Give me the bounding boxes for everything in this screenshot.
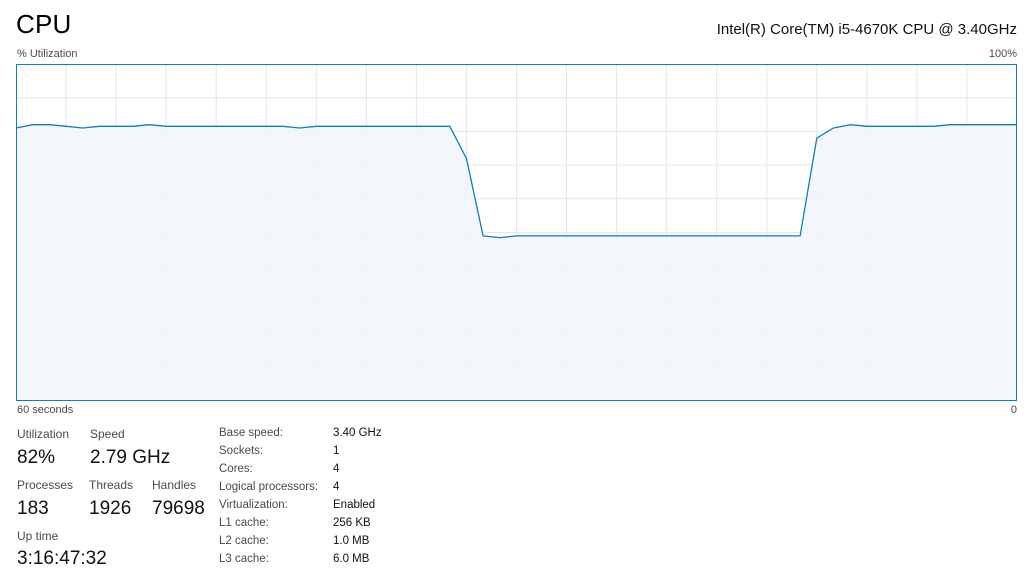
spec-label-l2-cache: L2 cache:	[219, 535, 269, 547]
cpu-utilization-graph	[16, 64, 1017, 401]
spec-label-cores: Cores:	[219, 463, 253, 475]
x-axis-right-label: 0	[1010, 404, 1017, 416]
uptime-label: Up time	[17, 529, 59, 543]
handles-value: 79698	[152, 498, 205, 519]
processes-label: Processes	[17, 478, 74, 492]
utilization-value: 82%	[17, 447, 56, 468]
spec-value-l1-cache: 256 KB	[333, 517, 371, 529]
cpu-model-name: Intel(R) Core(TM) i5-4670K CPU @ 3.40GHz	[716, 21, 1017, 38]
speed-label: Speed	[90, 427, 125, 441]
page-title: CPU	[16, 9, 72, 39]
spec-value-virtualization: Enabled	[333, 499, 376, 511]
uptime-value: 3:16:47:32	[17, 548, 107, 569]
speed-value: 2.79 GHz	[90, 447, 171, 468]
spec-label-logical-processors: Logical processors:	[219, 481, 319, 493]
processes-value: 183	[17, 498, 49, 519]
spec-value-l3-cache: 6.0 MB	[333, 553, 370, 565]
spec-value-base-speed: 3.40 GHz	[333, 427, 382, 439]
y-axis-label: % Utilization	[17, 48, 78, 60]
spec-label-base-speed: Base speed:	[219, 427, 283, 439]
y-max-label: 100%	[988, 48, 1017, 60]
threads-label: Threads	[89, 478, 134, 492]
spec-value-l2-cache: 1.0 MB	[333, 535, 370, 547]
spec-label-virtualization: Virtualization:	[219, 499, 288, 511]
handles-label: Handles	[152, 478, 197, 492]
spec-value-cores: 4	[333, 463, 340, 475]
utilization-label: Utilization	[17, 427, 70, 441]
x-axis-left-label: 60 seconds	[17, 404, 74, 416]
threads-value: 1926	[89, 498, 132, 519]
spec-value-sockets: 1	[333, 445, 340, 457]
spec-label-l1-cache: L1 cache:	[219, 517, 269, 529]
spec-label-l3-cache: L3 cache:	[219, 553, 269, 565]
spec-label-sockets: Sockets:	[219, 445, 264, 457]
spec-value-logical-processors: 4	[333, 481, 340, 493]
